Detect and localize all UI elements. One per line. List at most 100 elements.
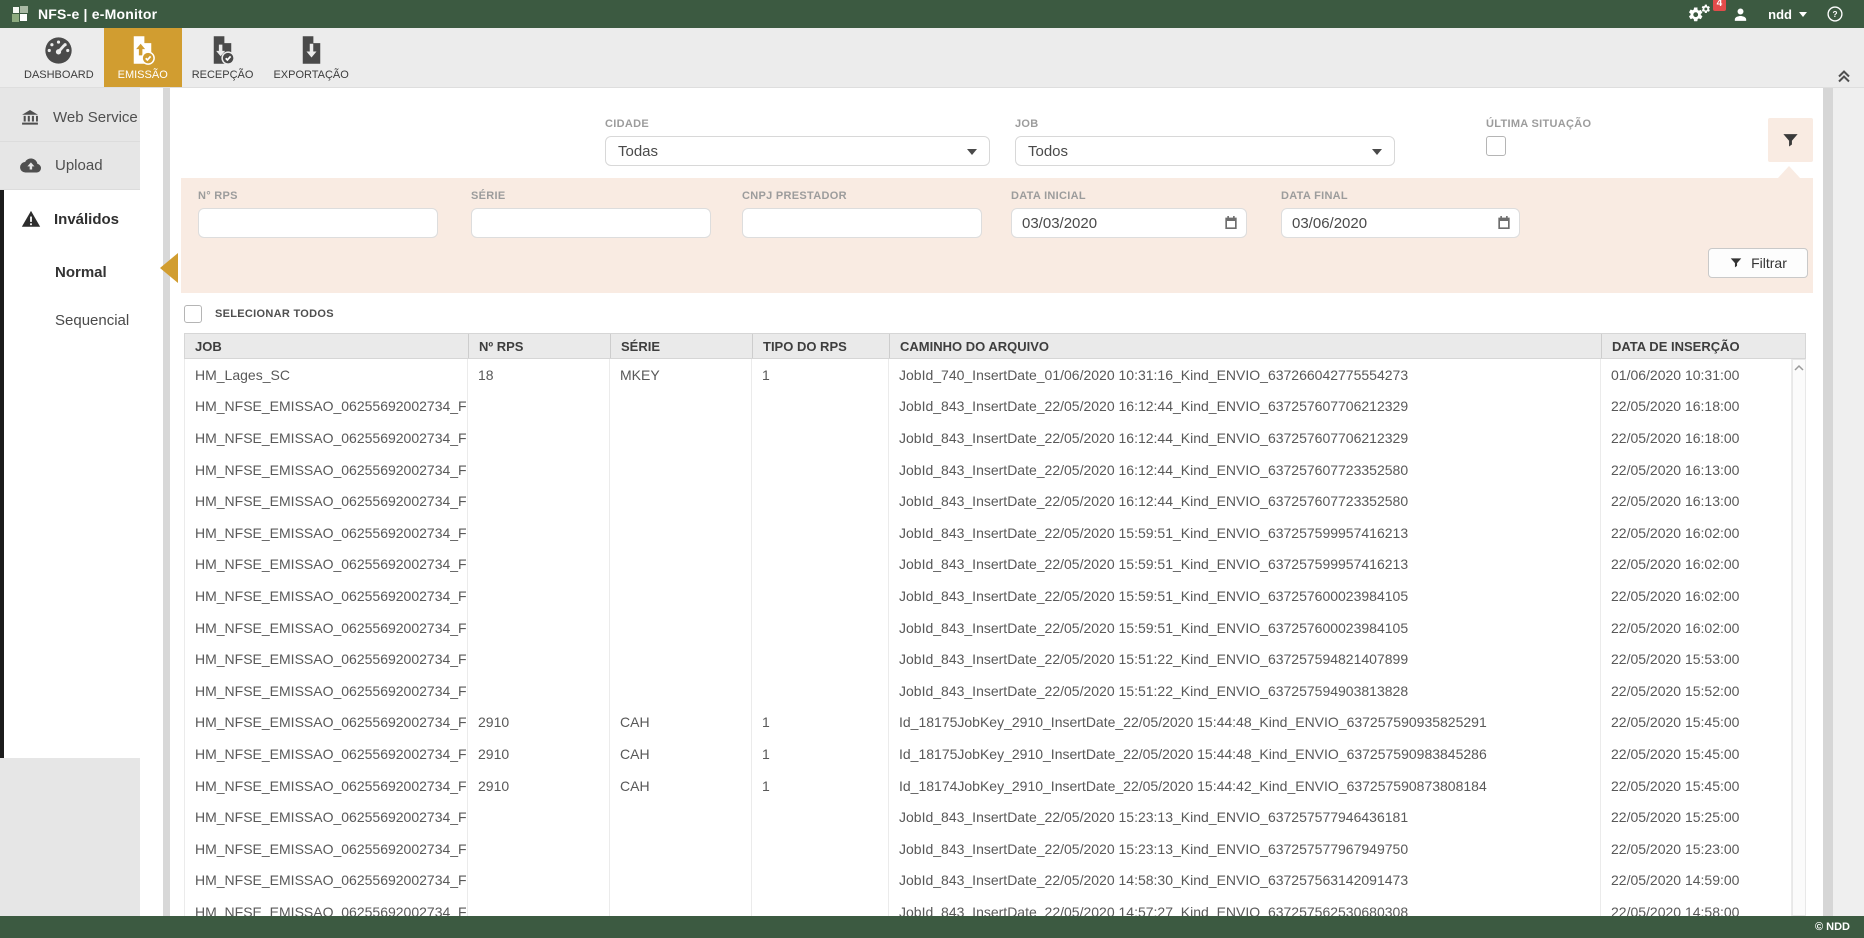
- calendar-icon[interactable]: [1496, 215, 1512, 231]
- cell-data-insercao: 22/05/2020 16:13:00: [1601, 454, 1792, 486]
- user-menu[interactable]: ndd: [1768, 7, 1807, 22]
- data-inicial-input[interactable]: [1011, 208, 1247, 238]
- table-row[interactable]: HM_NFSE_EMISSAO_06255692002734_FILI... J…: [184, 643, 1806, 675]
- tab-recepcao[interactable]: RECEPÇÃO: [182, 28, 264, 87]
- table-row[interactable]: HM_Lages_SC 18 MKEY 1 JobId_740_InsertDa…: [184, 359, 1806, 391]
- table-row[interactable]: HM_NFSE_EMISSAO_06255692002734_FILI... J…: [184, 422, 1806, 454]
- cidade-label: CIDADE: [605, 118, 990, 130]
- table-row[interactable]: HM_NFSE_EMISSAO_06255692002734_FILI... J…: [184, 517, 1806, 549]
- help-button[interactable]: ?: [1826, 5, 1844, 23]
- cell-serie: [610, 675, 752, 707]
- table-row[interactable]: HM_NFSE_EMISSAO_06255692002734_FILI... J…: [184, 391, 1806, 423]
- cell-tipo: [752, 643, 889, 675]
- cell-job: HM_NFSE_EMISSAO_06255692002734_FILI...: [184, 549, 468, 581]
- cell-serie: [610, 485, 752, 517]
- tab-dashboard[interactable]: DASHBOARD: [14, 28, 104, 87]
- main-scrollbar[interactable]: [1823, 88, 1833, 916]
- cell-job: HM_NFSE_EMISSAO_06255692002734_FILI...: [184, 833, 468, 865]
- calendar-icon[interactable]: [1223, 215, 1239, 231]
- table-row[interactable]: HM_NFSE_EMISSAO_06255692002734_FILI... J…: [184, 896, 1806, 916]
- tab-exportacao[interactable]: EXPORTAÇÃO: [263, 28, 358, 87]
- cell-job: HM_NFSE_EMISSAO_06255692002734_FILI...: [184, 675, 468, 707]
- document-upload-check-icon: [130, 33, 155, 65]
- cell-data-insercao: 22/05/2020 16:02:00: [1601, 517, 1792, 549]
- column-header-serie[interactable]: SÉRIE: [611, 334, 753, 358]
- cell-job: HM_NFSE_EMISSAO_06255692002734_FILI...: [184, 485, 468, 517]
- ultima-situacao-checkbox[interactable]: [1486, 136, 1506, 156]
- cell-tipo: [752, 612, 889, 644]
- table-row[interactable]: HM_NFSE_EMISSAO_06255692002734_FILI... J…: [184, 485, 1806, 517]
- table-row[interactable]: HM_NFSE_EMISSAO_06255692002734_FILI... 2…: [184, 770, 1806, 802]
- column-header-rps[interactable]: Nº RPS: [469, 334, 611, 358]
- sidebar-splitter[interactable]: [163, 88, 170, 916]
- cell-tipo: [752, 865, 889, 897]
- table-scrollbar[interactable]: [1792, 359, 1806, 916]
- cell-serie: [610, 896, 752, 916]
- cell-caminho: JobId_843_InsertDate_22/05/2020 14:57:27…: [889, 896, 1601, 916]
- select-all-label: SELECIONAR TODOS: [215, 308, 334, 320]
- funnel-icon: [1729, 256, 1743, 270]
- filter-panel-pointer: [1778, 166, 1800, 178]
- sidebar-item-normal[interactable]: Normal: [4, 248, 140, 296]
- chevron-down-icon: [1372, 149, 1382, 160]
- nrps-input[interactable]: [198, 208, 438, 238]
- cell-caminho: JobId_740_InsertDate_01/06/2020 10:31:16…: [889, 359, 1601, 391]
- cell-caminho: JobId_843_InsertDate_22/05/2020 16:12:44…: [889, 422, 1601, 454]
- table-row[interactable]: HM_NFSE_EMISSAO_06255692002734_FILI... J…: [184, 865, 1806, 897]
- topbar-actions: 4 ndd ?: [1687, 4, 1852, 24]
- cell-rps: [468, 454, 610, 486]
- cell-caminho: Id_18175JobKey_2910_InsertDate_22/05/202…: [889, 738, 1601, 770]
- cnpj-input[interactable]: [742, 208, 982, 238]
- copyright-text: © NDD: [1815, 921, 1850, 933]
- serie-input[interactable]: [471, 208, 711, 238]
- cell-rps: [468, 643, 610, 675]
- table-row[interactable]: HM_NFSE_EMISSAO_06255692002734_FILI... J…: [184, 549, 1806, 581]
- filtrar-button[interactable]: Filtrar: [1708, 248, 1808, 278]
- table-body: HM_Lages_SC 18 MKEY 1 JobId_740_InsertDa…: [184, 359, 1806, 916]
- cidade-select[interactable]: Todas: [605, 136, 990, 166]
- column-header-data-insercao[interactable]: DATA DE INSERÇÃO: [1602, 334, 1805, 358]
- document-download-icon: [299, 33, 324, 65]
- table-row[interactable]: HM_NFSE_EMISSAO_06255692002734_FILI... 2…: [184, 738, 1806, 770]
- filtrar-label: Filtrar: [1751, 255, 1787, 271]
- tab-label: EMISSÃO: [118, 69, 168, 81]
- table-row[interactable]: HM_NFSE_EMISSAO_06255692002734_FILI... J…: [184, 801, 1806, 833]
- sidebar-item-upload[interactable]: Upload: [0, 142, 140, 190]
- bottom-bar: © NDD: [0, 916, 1864, 938]
- cell-tipo: 1: [752, 359, 889, 391]
- cell-job: HM_NFSE_EMISSAO_06255692002734_FILI...: [184, 801, 468, 833]
- cloud-upload-icon: [20, 157, 42, 174]
- column-header-job[interactable]: JOB: [185, 334, 469, 358]
- table-row[interactable]: HM_NFSE_EMISSAO_06255692002734_FILI... J…: [184, 833, 1806, 865]
- select-all-checkbox[interactable]: [184, 305, 202, 323]
- filter-toggle-button[interactable]: [1768, 118, 1813, 162]
- table-row[interactable]: HM_NFSE_EMISSAO_06255692002734_FILI... J…: [184, 580, 1806, 612]
- sidebar-item-web-service[interactable]: Web Service: [0, 94, 140, 142]
- cell-job: HM_NFSE_EMISSAO_06255692002734_FILI...: [184, 454, 468, 486]
- cell-tipo: 1: [752, 738, 889, 770]
- user-avatar-button[interactable]: [1732, 6, 1749, 23]
- cell-data-insercao: 22/05/2020 15:23:00: [1601, 833, 1792, 865]
- cell-rps: [468, 801, 610, 833]
- settings-button[interactable]: 4: [1687, 4, 1713, 24]
- collapse-tabbar-button[interactable]: [1836, 67, 1852, 83]
- cell-job: HM_NFSE_EMISSAO_06255692002734_FILI...: [184, 643, 468, 675]
- column-header-caminho[interactable]: CAMINHO DO ARQUIVO: [890, 334, 1602, 358]
- cell-tipo: 1: [752, 770, 889, 802]
- data-final-input[interactable]: [1281, 208, 1520, 238]
- main-content: CIDADE Todas JOB Todos ÚLTIMA SITUAÇÃO N…: [140, 88, 1864, 916]
- table-row[interactable]: HM_NFSE_EMISSAO_06255692002734_FILI... J…: [184, 675, 1806, 707]
- cell-job: HM_NFSE_EMISSAO_06255692002734_FILI...: [184, 770, 468, 802]
- tab-emissao[interactable]: EMISSÃO: [104, 28, 182, 87]
- table-row[interactable]: HM_NFSE_EMISSAO_06255692002734_FILI... J…: [184, 454, 1806, 486]
- cell-data-insercao: 22/05/2020 15:53:00: [1601, 643, 1792, 675]
- sidebar-item-invalidos[interactable]: Inválidos: [4, 190, 140, 248]
- job-select[interactable]: Todos: [1015, 136, 1395, 166]
- sidebar-item-sequencial[interactable]: Sequencial: [4, 296, 140, 344]
- column-header-tipo[interactable]: TIPO DO RPS: [753, 334, 890, 358]
- table-row[interactable]: HM_NFSE_EMISSAO_06255692002734_FILI... 2…: [184, 707, 1806, 739]
- serie-field: SÉRIE: [471, 190, 711, 238]
- table-row[interactable]: HM_NFSE_EMISSAO_06255692002734_FILI... J…: [184, 612, 1806, 644]
- cell-rps: [468, 422, 610, 454]
- cell-serie: [610, 833, 752, 865]
